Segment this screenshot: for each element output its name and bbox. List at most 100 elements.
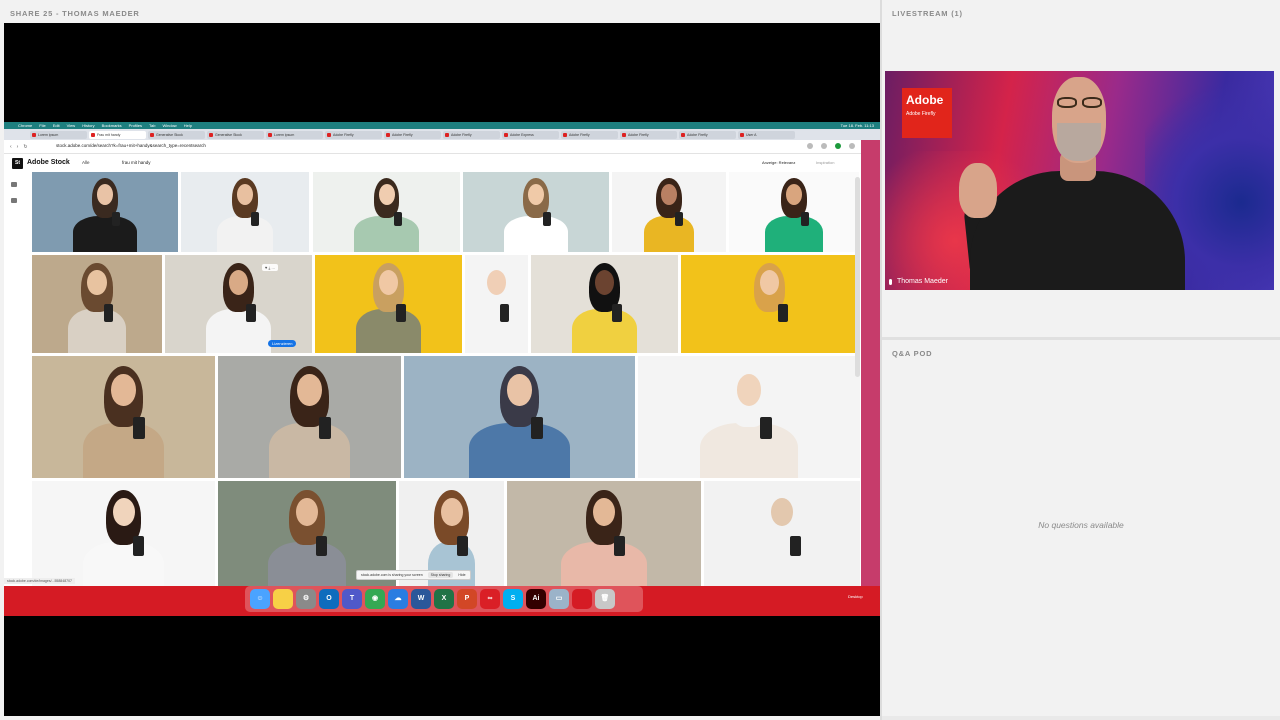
chrome-icon[interactable]: ◉ [365, 589, 385, 609]
stock-image-thumbnail[interactable] [729, 172, 859, 252]
trash-icon[interactable]: 🗑 [595, 589, 615, 609]
stock-image-thumbnail[interactable] [463, 172, 609, 252]
menubar-item[interactable]: Bookmarks [102, 123, 122, 128]
stock-image-thumbnail[interactable] [404, 356, 635, 478]
results-scrollbar[interactable] [855, 177, 860, 377]
onedrive-icon[interactable]: ☁ [388, 589, 408, 609]
desktop-folder-icon[interactable]: ▭ [549, 589, 569, 609]
adobe-stock-header: St Adobe Stock Alle frau mit handy Anzei… [4, 154, 861, 172]
adobe-logo: Adobe Adobe Firefly [902, 88, 952, 138]
stock-image-thumbnail[interactable] [704, 481, 860, 586]
livestream-video[interactable]: Adobe Adobe Firefly [885, 71, 1274, 290]
browser-tab[interactable]: Adobe Firefly [384, 130, 441, 139]
stock-image-thumbnail[interactable] [638, 356, 860, 478]
thumbnail-figure-face [593, 497, 615, 527]
stock-image-thumbnail[interactable] [32, 172, 178, 252]
browser-toolbar-icons[interactable] [807, 143, 855, 149]
browser-url[interactable]: stock.adobe.com/de/search?k=frau+mit+han… [56, 143, 206, 148]
adobe-stock-brand[interactable]: Adobe Stock [27, 159, 70, 166]
menubar-item[interactable]: Profiles [129, 123, 142, 128]
browser-tab[interactable]: Lorem ipsum [30, 130, 87, 139]
sort-select[interactable]: Anzeige: Relevanz [762, 160, 795, 165]
stock-image-thumbnail[interactable] [32, 255, 162, 353]
menu-kebab-icon[interactable] [849, 143, 855, 149]
stock-image-thumbnail[interactable] [165, 255, 312, 353]
extensions-icon[interactable] [821, 143, 827, 149]
filter-icon[interactable] [11, 182, 17, 187]
stock-image-thumbnail[interactable] [315, 255, 462, 353]
thumbnail-figure-body [700, 423, 798, 478]
powerpoint-icon[interactable]: P [457, 589, 477, 609]
browser-tab[interactable]: Generative Stock [207, 130, 264, 139]
browser-tab[interactable]: Adobe Firefly [561, 130, 618, 139]
bookmark-star-icon[interactable] [807, 143, 813, 149]
illustrator-icon[interactable]: Ai [526, 589, 546, 609]
shared-screen[interactable]: Chrome File Edit View History Bookmarks Profil… [4, 23, 880, 716]
thumbnail-phone [393, 212, 402, 227]
stock-image-thumbnail[interactable] [465, 255, 528, 353]
red-folder-icon[interactable] [572, 589, 592, 609]
notes-icon[interactable] [273, 589, 293, 609]
stock-image-thumbnail[interactable] [218, 356, 401, 478]
word-icon[interactable]: W [411, 589, 431, 609]
browser-tab[interactable]: Adobe Firefly [679, 130, 736, 139]
menubar-item[interactable]: Tab [149, 123, 155, 128]
license-button[interactable]: Lizenzieren [268, 340, 297, 347]
thumbnail-phone [251, 212, 260, 227]
inspiration-link[interactable]: Inspiration [816, 160, 834, 165]
browser-tab[interactable]: Adobe Firefly [620, 130, 677, 139]
stock-image-thumbnail[interactable] [531, 255, 678, 353]
speaker-beard [1057, 123, 1101, 161]
menubar-item[interactable]: Edit [53, 123, 60, 128]
profile-icon[interactable] [835, 143, 841, 149]
stock-search-input[interactable]: frau mit handy [122, 160, 151, 165]
browser-tab[interactable]: Lorem ipsum [266, 130, 323, 139]
thumbnail-figure-face [771, 497, 793, 527]
thumbnail-figure-body [730, 308, 809, 353]
browser-tab[interactable]: Adobe Firefly [325, 130, 382, 139]
stock-image-thumbnail[interactable] [612, 172, 726, 252]
desktop-folder-label[interactable]: Desktop [848, 594, 863, 599]
teams-icon[interactable]: T [342, 589, 362, 609]
hide-banner-button[interactable]: Hide [458, 573, 465, 577]
menubar-item[interactable]: Help [184, 123, 192, 128]
thumbnail-figure-face [87, 269, 107, 296]
thumbnail-phone [456, 536, 468, 556]
stock-image-thumbnail[interactable] [32, 481, 215, 586]
stock-image-thumbnail[interactable] [507, 481, 701, 586]
stock-image-thumbnail[interactable] [181, 172, 309, 252]
menubar-item[interactable]: View [67, 123, 76, 128]
browser-nav-icons[interactable]: ‹›↻ [10, 144, 33, 150]
stock-results-grid: Lizenzieren ♥ ⤓ ⋯ [26, 172, 861, 586]
creative-cloud-icon[interactable]: ∞ [480, 589, 500, 609]
thumbnail-figure-body [72, 216, 138, 252]
stock-image-thumbnail[interactable] [681, 255, 858, 353]
desktop-edge [861, 140, 880, 586]
browser-tab[interactable]: Generative Stock [148, 130, 205, 139]
thumbnail-phone [760, 417, 773, 439]
menubar-item[interactable]: History [82, 123, 94, 128]
browser-tab[interactable]: User A [738, 130, 795, 139]
thumbnail-figure-body [267, 541, 347, 586]
collections-icon[interactable] [11, 198, 17, 203]
stop-sharing-button[interactable]: Stop sharing [427, 572, 454, 578]
browser-address-bar[interactable]: ‹›↻ stock.adobe.com/de/search?k=frau+mit… [4, 140, 861, 154]
menubar-item[interactable]: Chrome [18, 123, 32, 128]
outlook-icon[interactable]: O [319, 589, 339, 609]
browser-status-url: stock.adobe.com/de/images/...558848707 [4, 578, 75, 584]
asset-filter-select[interactable]: Alle [82, 160, 90, 165]
browser-tab[interactable]: Adobe Express [502, 130, 559, 139]
settings-icon[interactable]: ⚙ [296, 589, 316, 609]
menubar-clock: Tue 18. Feb. 11:13 [840, 123, 874, 128]
browser-tab[interactable]: Frau mit handy [89, 130, 146, 139]
stock-image-thumbnail[interactable] [313, 172, 460, 252]
adobe-stock-logo-icon[interactable]: St [12, 158, 23, 169]
menubar-item[interactable]: File [39, 123, 45, 128]
excel-icon[interactable]: X [434, 589, 454, 609]
stock-image-thumbnail[interactable] [32, 356, 215, 478]
skype-icon[interactable]: S [503, 589, 523, 609]
browser-tab[interactable]: Adobe Firefly [443, 130, 500, 139]
finder-icon[interactable]: ☺ [250, 589, 270, 609]
thumbnail-actions-icon[interactable]: ♥ ⤓ ⋯ [262, 264, 279, 271]
menubar-item[interactable]: Window [162, 123, 176, 128]
